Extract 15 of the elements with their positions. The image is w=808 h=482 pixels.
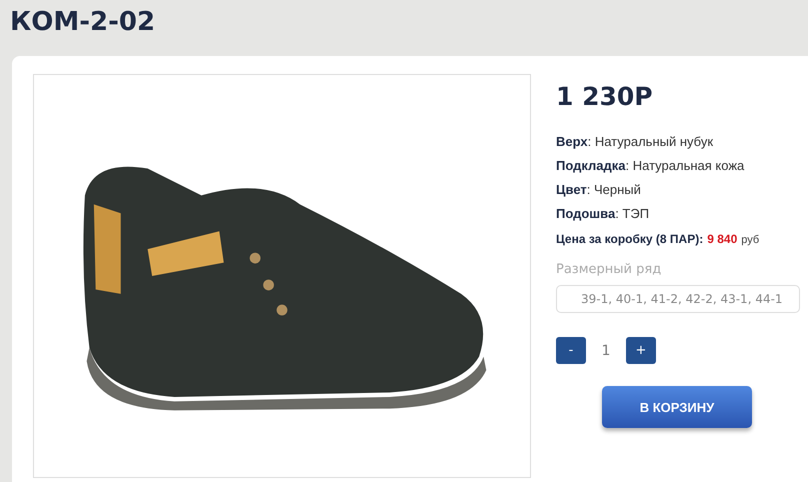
decrease-button[interactable]: - bbox=[556, 337, 586, 364]
add-to-cart-button[interactable]: В КОРЗИНУ bbox=[602, 386, 752, 428]
box-price-value: 9 840 bbox=[707, 232, 738, 246]
spec-line: Верх: Натуральный нубук bbox=[556, 133, 714, 151]
quantity-value[interactable]: 1 bbox=[586, 342, 626, 358]
box-price-label: Цена за коробку (8 ПАР): bbox=[556, 232, 704, 246]
spec-line: Подкладка: Натуральная кожа bbox=[556, 157, 746, 175]
increase-button[interactable]: + bbox=[626, 337, 656, 364]
size-range-field: 39-1, 40-1, 41-2, 42-2, 43-1, 44-1 bbox=[556, 285, 800, 313]
spec-line: Подошва: ТЭП bbox=[556, 205, 650, 223]
size-range-label: Размерный ряд bbox=[556, 262, 662, 277]
price: 1 230Р bbox=[556, 82, 654, 113]
product-title: КОМ-2-02 bbox=[10, 6, 156, 39]
spec-line: Цвет: Черный bbox=[556, 181, 642, 199]
currency-unit: руб bbox=[741, 234, 760, 246]
